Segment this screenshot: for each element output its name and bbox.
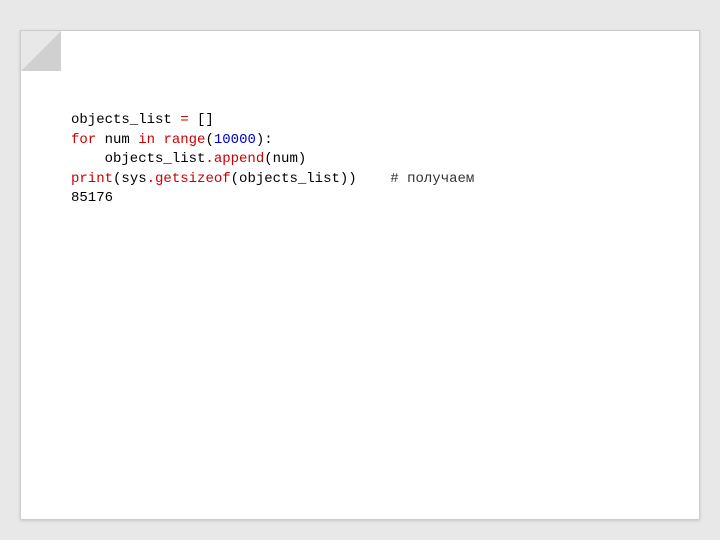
code-text: objects_list [71,112,180,128]
code-comment: # получаем [390,171,474,187]
code-text: . [205,151,213,167]
code-function: append [214,151,264,167]
code-line-3: objects_list.append(num) [71,150,649,170]
code-text: (num) [264,151,306,167]
code-text: (sys [113,171,147,187]
code-function: getsizeof [155,171,231,187]
code-keyword: in [138,132,155,148]
code-text: . [147,171,155,187]
code-text: objects_list [71,151,205,167]
code-line-5: 85176 [71,189,649,209]
code-line-4: print(sys.getsizeof(objects_list)) # пол… [71,170,649,190]
code-text: = [180,112,188,128]
code-function: print [71,171,113,187]
code-line-1: objects_list = [] [71,111,649,131]
code-line-2: for num in range(10000): [71,131,649,151]
code-text: (objects_list)) [231,171,391,187]
code-number: 10000 [214,132,256,148]
code-text: ( [205,132,213,148]
slide-frame: objects_list = []for num in range(10000)… [20,30,700,520]
code-keyword: for [71,132,96,148]
corner-fold [21,31,61,71]
code-text: 85176 [71,190,113,206]
code-text: ): [256,132,273,148]
code-function: range [155,132,205,148]
code-text: num [96,132,138,148]
code-block: objects_list = []for num in range(10000)… [71,111,649,209]
code-text: [] [189,112,214,128]
